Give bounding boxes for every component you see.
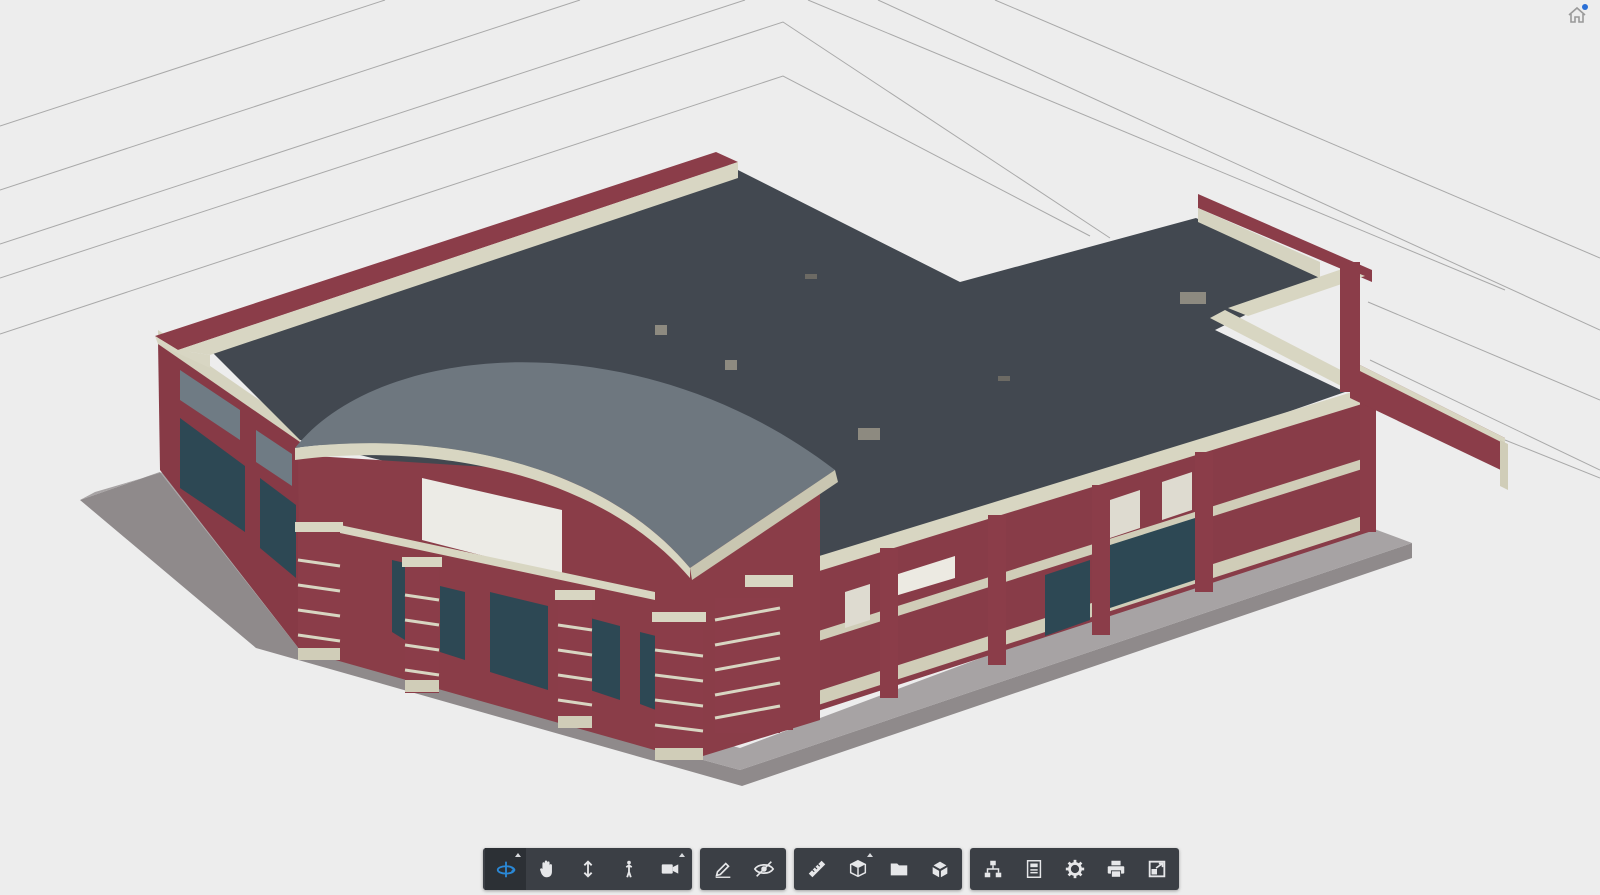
zoom-button[interactable] [567,848,608,890]
fullscreen-icon [1148,860,1165,878]
print-button[interactable] [1095,848,1136,890]
toolbar-group-markup [700,848,786,890]
orbit-button[interactable] [485,848,526,890]
eye-hide-icon [753,861,774,877]
toolbar-group-navigation [483,848,692,890]
home-notification-dot [1582,4,1588,10]
model-browser-button[interactable] [972,848,1013,890]
gear-icon [1065,859,1084,879]
properties-button[interactable] [1013,848,1054,890]
submenu-indicator [867,853,873,857]
orbit-icon [496,861,516,878]
ruler-measure-icon [808,860,825,878]
zoom-vertical-arrows-icon [583,860,592,878]
3d-viewport[interactable] [0,0,1600,895]
properties-panel-icon [1026,860,1041,878]
camera-icon [661,864,678,874]
visibility-button[interactable] [743,848,784,890]
explode-button[interactable] [878,848,919,890]
first-person-button[interactable] [608,848,649,890]
building-model[interactable] [0,0,1600,895]
home-view-button[interactable] [1566,4,1588,26]
pan-hand-icon [539,860,552,878]
toolbar-group-settings [970,848,1179,890]
pan-button[interactable] [526,848,567,890]
fullscreen-button[interactable] [1136,848,1177,890]
folder-icon [890,863,907,876]
camera-button[interactable] [649,848,690,890]
model-button[interactable] [919,848,960,890]
submenu-indicator [515,853,521,857]
first-person-walk-icon [625,860,632,878]
measure-button[interactable] [796,848,837,890]
section-button[interactable] [837,848,878,890]
viewer-toolbar [483,848,1179,890]
model-browser-tree-icon [984,860,1001,878]
entry-block [295,362,838,760]
cube-explode-icon [932,861,947,878]
section-box-icon [849,859,866,878]
settings-button[interactable] [1054,848,1095,890]
submenu-indicator [679,853,685,857]
pencil-markup-icon [714,862,730,878]
markup-button[interactable] [702,848,743,890]
toolbar-group-analysis [794,848,962,890]
printer-icon [1107,860,1124,878]
